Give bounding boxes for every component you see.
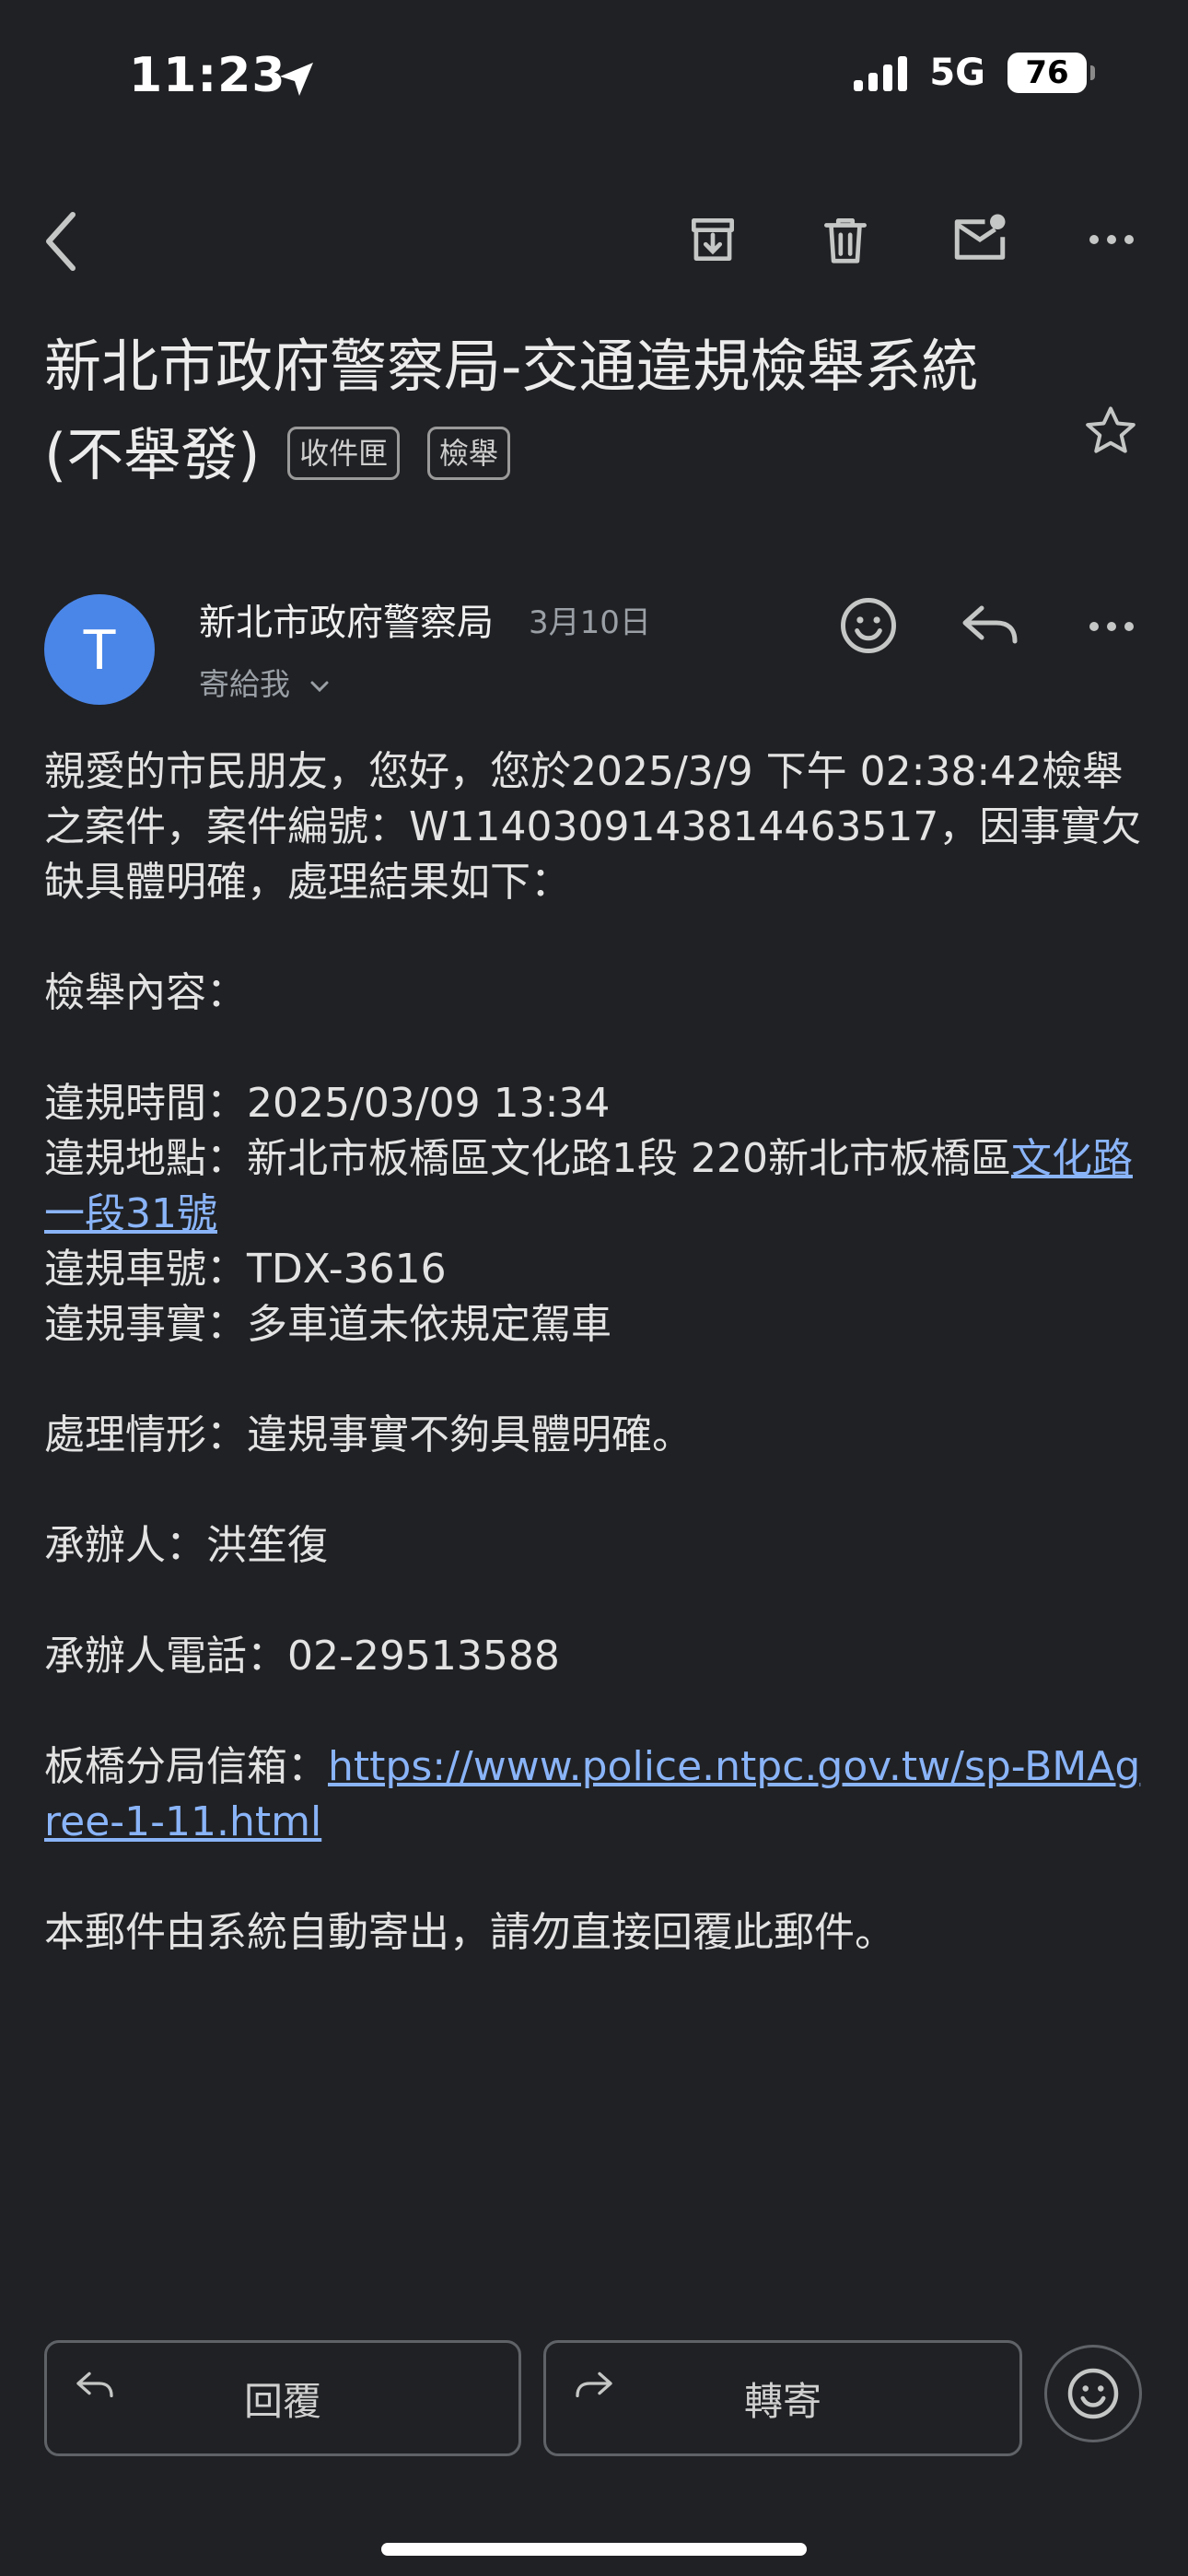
star-icon bbox=[1086, 406, 1136, 453]
trash-icon bbox=[824, 218, 867, 263]
reply-icon-button[interactable] bbox=[958, 597, 1022, 654]
signal-icon bbox=[854, 54, 908, 91]
emoji-icon bbox=[841, 598, 896, 653]
network-label: 5G bbox=[929, 52, 985, 94]
back-icon bbox=[46, 212, 76, 271]
archive-icon bbox=[692, 218, 734, 261]
body-fact: 違規事實：多車道未依規定駕車 bbox=[44, 1301, 611, 1348]
star-button[interactable] bbox=[1077, 398, 1144, 464]
location-arrow-icon bbox=[280, 63, 313, 96]
mark-unread-icon bbox=[954, 214, 1006, 260]
body-status: 處理情形：違規事實不夠具體明確。 bbox=[44, 1411, 693, 1458]
recipient-label: 寄給我 bbox=[199, 666, 290, 702]
body-violation-time: 違規時間：2025/03/09 13:34 bbox=[44, 1080, 611, 1127]
chevron-down-icon bbox=[310, 681, 328, 693]
reply-button[interactable]: 回覆 bbox=[44, 2340, 521, 2456]
status-time: 11:23 bbox=[129, 48, 286, 103]
emoji-reaction-button[interactable] bbox=[1044, 2345, 1142, 2442]
archive-button[interactable] bbox=[680, 206, 746, 273]
body-mailbox: 板橋分局信箱：https://www.police.ntpc.gov.tw/sp… bbox=[44, 1739, 1149, 1850]
more-options-button[interactable] bbox=[1081, 212, 1142, 267]
react-emoji-button[interactable] bbox=[836, 593, 901, 658]
message-more-button[interactable] bbox=[1081, 608, 1142, 645]
body-intro: 親愛的市民朋友，您好，您於2025/3/9 下午 02:38:42檢舉之案件，案… bbox=[44, 748, 1142, 906]
battery-icon: 76 bbox=[1007, 53, 1095, 93]
reply-icon bbox=[962, 605, 1018, 644]
forward-icon bbox=[576, 2371, 612, 2397]
mark-unread-button[interactable] bbox=[945, 205, 1015, 275]
delete-button[interactable] bbox=[812, 206, 879, 273]
label-inbox[interactable]: 收件匣 bbox=[287, 426, 401, 480]
more-icon bbox=[1089, 622, 1134, 631]
more-icon bbox=[1089, 235, 1134, 244]
back-button[interactable] bbox=[33, 205, 88, 278]
body-footer: 本郵件由系統自動寄出，請勿直接回覆此郵件。 bbox=[44, 1909, 895, 1956]
forward-button[interactable]: 轉寄 bbox=[543, 2340, 1022, 2456]
status-right: 5G 76 bbox=[854, 52, 1095, 94]
home-indicator[interactable] bbox=[381, 2543, 807, 2556]
body-section-title: 檢舉內容： bbox=[44, 969, 247, 1016]
mailbox-text: 板橋分局信箱： bbox=[44, 1743, 328, 1790]
recipient-details[interactable]: 寄給我 bbox=[199, 660, 332, 704]
emoji-icon bbox=[1067, 2368, 1119, 2419]
label-report[interactable]: 檢舉 bbox=[426, 426, 510, 480]
email-body: 親愛的市民朋友，您好，您於2025/3/9 下午 02:38:42檢舉之案件，案… bbox=[44, 744, 1149, 1961]
body-officer: 承辦人：洪笙復 bbox=[44, 1522, 328, 1569]
sender-name[interactable]: 新北市政府警察局 bbox=[199, 592, 494, 646]
reply-label: 回覆 bbox=[243, 2378, 321, 2424]
body-violation-location: 違規地點：新北市板橋區文化路1段 220新北市板橋區文化路一段31號 bbox=[44, 1131, 1149, 1242]
forward-label: 轉寄 bbox=[743, 2378, 821, 2424]
email-date: 3月10日 bbox=[529, 604, 651, 641]
sender-avatar[interactable]: T bbox=[44, 594, 155, 705]
body-phone: 承辦人電話：02-29513588 bbox=[44, 1633, 560, 1680]
body-plate: 違規車號：TDX-3616 bbox=[44, 1246, 447, 1293]
subject-text: 新北市政府警察局-交通違規檢舉系統(不舉發) bbox=[44, 333, 979, 488]
email-subject: 新北市政府警察局-交通違規檢舉系統(不舉發) 收件匣 檢舉 bbox=[44, 322, 1039, 499]
reply-icon bbox=[76, 2371, 113, 2397]
location-text: 違規地點：新北市板橋區文化路1段 220新北市板橋區 bbox=[44, 1135, 1011, 1182]
